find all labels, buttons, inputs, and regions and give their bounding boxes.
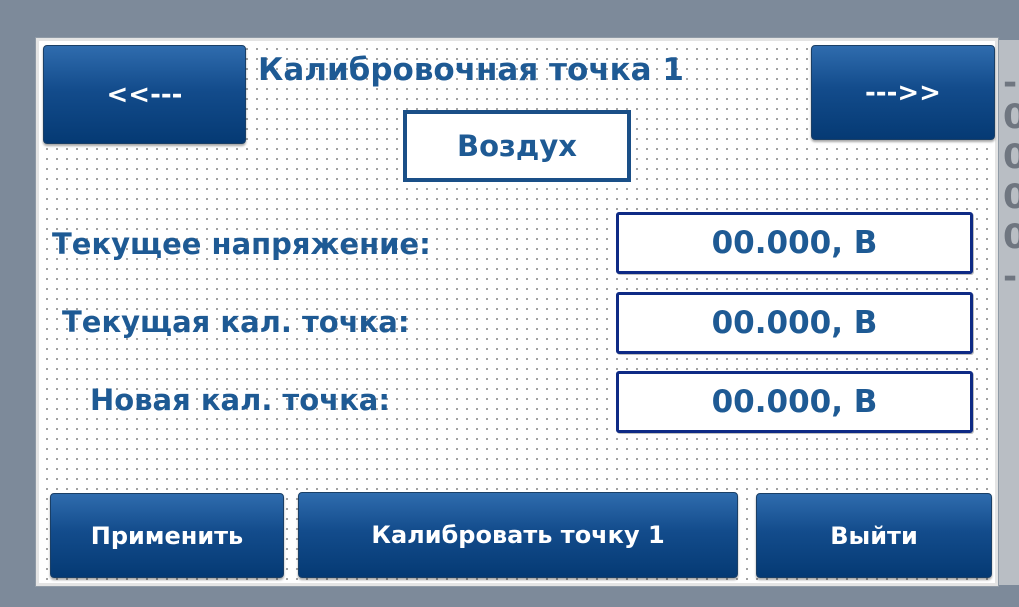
current-cal-point-label: Текущая кал. точка: (62, 305, 410, 339)
side-glyph: 0 (1003, 177, 1019, 217)
medium-indicator: Воздух (403, 110, 631, 182)
current-voltage-value: 00.000, В (616, 212, 973, 274)
exit-button[interactable]: Выйти (756, 493, 992, 578)
new-cal-point-label: Новая кал. точка: (90, 383, 390, 417)
current-cal-point-value: 00.000, В (616, 292, 973, 354)
next-button-label: --->> (865, 77, 941, 108)
side-glyph: 0 (1003, 217, 1019, 257)
new-cal-point-value: 00.000, В (616, 371, 973, 433)
side-glyph: - (1003, 63, 1018, 103)
calibrate-point-button-label: Калибровать точку 1 (371, 521, 665, 549)
apply-button[interactable]: Применить (50, 493, 284, 578)
side-glyph: 0 (1003, 137, 1019, 177)
apply-button-label: Применить (90, 521, 244, 550)
next-button[interactable]: --->> (811, 45, 995, 140)
prev-button[interactable]: <<--- (43, 45, 246, 144)
side-glyph: 0 (1003, 97, 1019, 137)
current-voltage-label: Текущее напряжение: (52, 227, 431, 261)
calibrate-point-button[interactable]: Калибровать точку 1 (298, 492, 738, 578)
exit-button-label: Выйти (830, 521, 918, 550)
hmi-window: - 0 0 0 0 - <<--- Калибровочная точка 1 … (0, 0, 1019, 607)
prev-button-label: <<--- (106, 79, 183, 110)
page-title: Калибровочная точка 1 (258, 52, 684, 88)
side-glyph: - (1003, 257, 1018, 297)
